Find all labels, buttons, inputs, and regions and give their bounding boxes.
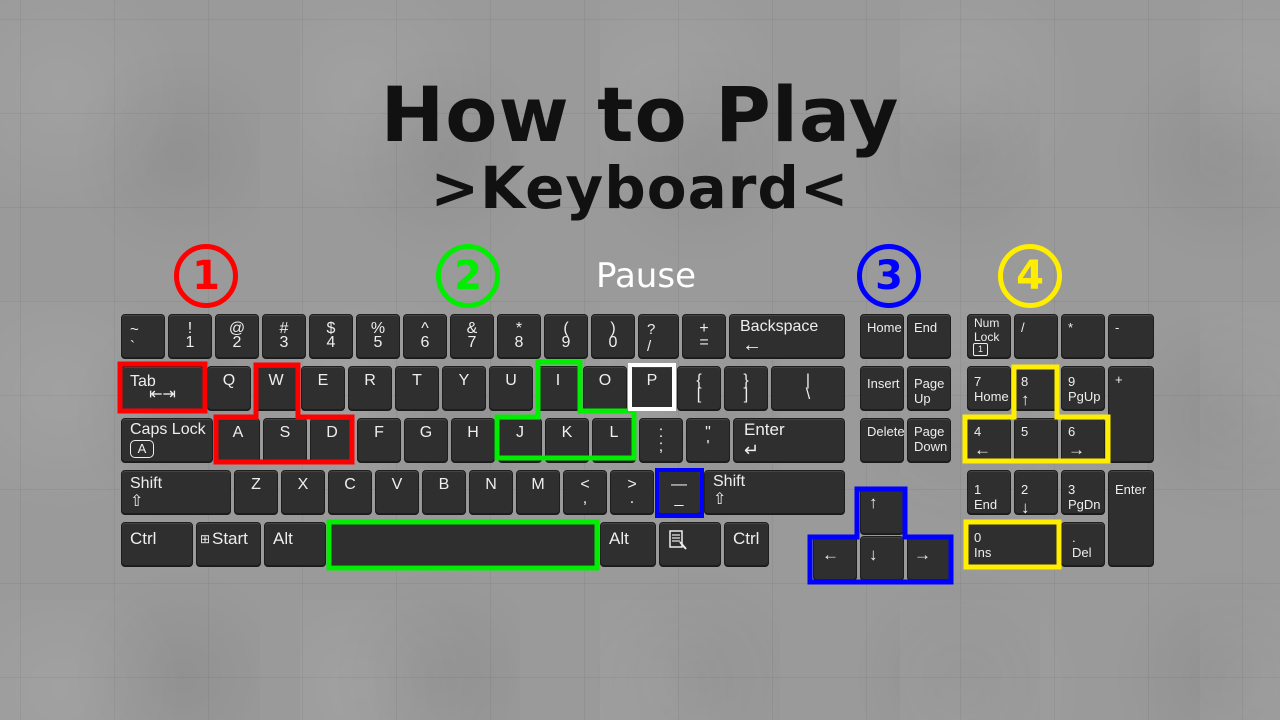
key-p: P xyxy=(630,366,674,410)
key-t: T xyxy=(395,366,439,410)
key-num-2: 2 ↓ xyxy=(1014,470,1058,517)
key-page-down: Page Down xyxy=(907,418,951,462)
key-arrow-right: → xyxy=(907,536,951,580)
key-8: * 8 xyxy=(497,314,541,358)
key-end: End xyxy=(907,314,951,358)
key-num-6: 6 → xyxy=(1061,418,1105,462)
key-w: W xyxy=(254,366,298,410)
key-bracket-left: {[ xyxy=(677,366,721,410)
key-delete: Delete xyxy=(860,418,905,462)
key-semicolon: :; xyxy=(639,418,683,462)
key-num-8: 8 ↑ xyxy=(1014,366,1058,410)
key-k: K xyxy=(545,418,589,462)
key-num-minus: - xyxy=(1108,314,1154,358)
key-x: X xyxy=(281,470,325,514)
key-z: Z xyxy=(234,470,278,514)
key-7: & 7 xyxy=(450,314,494,358)
key-num-enter: Enter xyxy=(1108,470,1154,566)
key-slash: ? / xyxy=(638,314,679,358)
key-space xyxy=(329,522,597,566)
key-o: O xyxy=(583,366,627,410)
key-l: L xyxy=(592,418,636,462)
key-num-3: 3 PgDn xyxy=(1061,470,1105,514)
key-shift-right: Shift ⇧ xyxy=(704,470,845,514)
key-9: (9 xyxy=(544,314,588,358)
key-num-star: * xyxy=(1061,314,1105,358)
key-r: R xyxy=(348,366,392,410)
key-s: S xyxy=(263,418,307,462)
key-num-dot: . Del xyxy=(1061,522,1105,566)
key-bracket-right: }] xyxy=(724,366,768,410)
pause-label: Pause xyxy=(596,256,696,296)
key-q: Q xyxy=(207,366,251,410)
windows-icon: ⊞ xyxy=(200,532,211,546)
key-home: Home xyxy=(860,314,904,358)
key-4: $4 xyxy=(309,314,353,358)
key-arrow-up: ↑ xyxy=(860,488,904,534)
key-num-7: 7 Home xyxy=(967,366,1011,410)
key-alt-right: Alt xyxy=(600,522,656,566)
key-f: F xyxy=(357,418,401,462)
key-backslash: | \ xyxy=(771,366,845,410)
key-tilde: ~ ` xyxy=(121,314,165,358)
key-0: ) 0 xyxy=(591,314,635,358)
key-c: C xyxy=(328,470,372,514)
key-e: E xyxy=(301,366,345,410)
key-d: D xyxy=(310,418,354,462)
key-insert: Insert xyxy=(860,366,904,410)
key-1: ! 1 xyxy=(168,314,212,358)
how-to-play-screen: How to Play >Keyboard< 1 2 3 4 Pause ~ ` … xyxy=(0,0,1280,720)
key-j: J xyxy=(498,418,542,462)
key-arrow-down: ↓ xyxy=(860,536,904,580)
key-u: U xyxy=(489,366,533,410)
key-6: ^ 6 xyxy=(403,314,447,358)
key-quote: " ' xyxy=(686,418,730,462)
key-tab: Tab ⇤⇥ xyxy=(121,366,204,410)
key-num-lock: Num Lock 1 xyxy=(967,314,1011,358)
key-g: G xyxy=(404,418,448,462)
key-num-5: 5 xyxy=(1014,418,1058,462)
key-num-slash: / xyxy=(1014,314,1058,358)
section-4-marker: 4 xyxy=(998,244,1062,308)
key-backspace: Backspace ← xyxy=(729,314,845,358)
key-equals: + = xyxy=(682,314,726,358)
key-menu xyxy=(659,522,721,566)
key-num-9: 9 PgUp xyxy=(1061,366,1105,410)
key-ctrl-left: Ctrl xyxy=(121,522,193,566)
key-num-1: 1 End xyxy=(967,470,1011,514)
key-num-4: 4 ← xyxy=(967,418,1011,462)
key-h: H xyxy=(451,418,495,462)
key-period: >. xyxy=(610,470,654,514)
page-subtitle: >Keyboard< xyxy=(430,154,850,222)
key-2: @2 xyxy=(215,314,259,358)
key-3: #3 xyxy=(262,314,306,358)
key-y: Y xyxy=(442,366,486,410)
key-a: A xyxy=(216,418,260,462)
key-page-up: Page Up xyxy=(907,366,951,410)
key-shift-left: Shift ⇧ xyxy=(121,470,231,514)
section-3-marker: 3 xyxy=(857,244,921,308)
section-2-marker: 2 xyxy=(436,244,500,308)
key-enter: Enter ↵ xyxy=(733,418,845,462)
key-start: ⊞ Start xyxy=(196,522,261,566)
context-menu-icon xyxy=(669,530,687,550)
key-n: N xyxy=(469,470,513,514)
key-minus: — _ xyxy=(657,470,701,514)
key-alt-left: Alt xyxy=(264,522,326,566)
key-num-plus: + xyxy=(1108,366,1154,462)
key-v: V xyxy=(375,470,419,514)
key-5: % 5 xyxy=(356,314,400,358)
key-caps-lock: Caps Lock A xyxy=(121,418,213,462)
key-arrow-left: ← xyxy=(813,536,857,580)
section-1-marker: 1 xyxy=(174,244,238,308)
key-b: B xyxy=(422,470,466,514)
key-ctrl-right: Ctrl xyxy=(724,522,769,566)
key-comma: <, xyxy=(563,470,607,514)
page-title: How to Play xyxy=(380,70,900,159)
key-m: M xyxy=(516,470,560,514)
key-num-0: 0 Ins xyxy=(967,522,1058,566)
key-i: I xyxy=(536,366,580,410)
